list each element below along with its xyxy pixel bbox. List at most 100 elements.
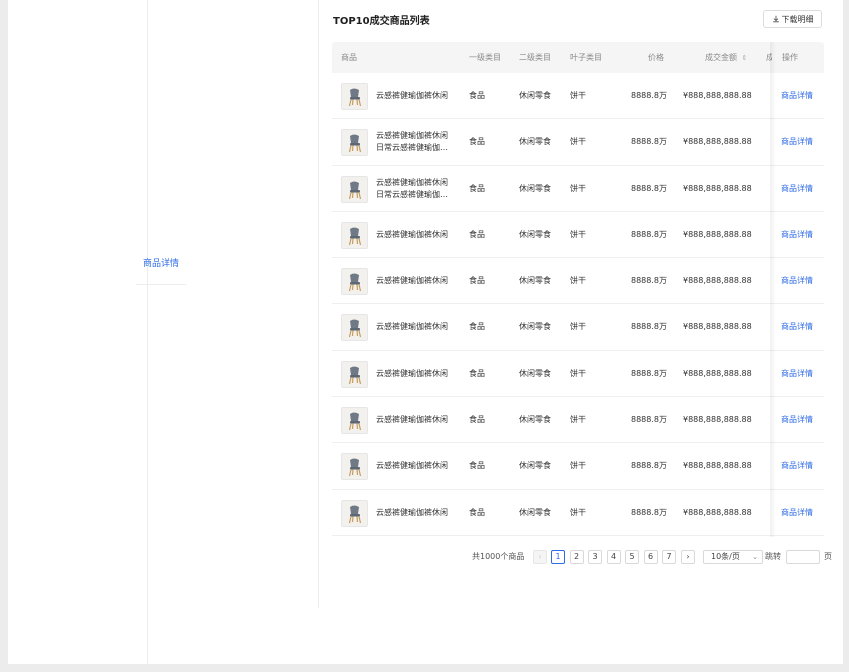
- product-name-cell: 云感裤健瑜伽裤休闲: [376, 304, 452, 350]
- category-1-cell: 食品: [469, 137, 485, 147]
- table-row: 云感裤健瑜伽裤休闲 食品 休闲零食 饼干 8888.8万 ¥888,888,888.88 商…: [332, 258, 824, 305]
- product-detail-link[interactable]: 商品详情: [781, 304, 813, 350]
- chair-icon: [342, 500, 367, 526]
- product-name-cell: 云感裤健瑜伽裤休闲: [376, 490, 452, 536]
- page-size-value: 10条/页: [711, 552, 740, 561]
- category-2-cell: 休闲零食: [519, 368, 551, 378]
- column-header-amount[interactable]: 成交金额 ⇕: [705, 42, 747, 73]
- table-row: 云感裤健瑜伽裤休闲 食品 休闲零食 饼干 8888.8万 ¥888,888,888.88 商…: [332, 73, 824, 120]
- download-button[interactable]: 下载明细: [763, 10, 822, 28]
- table-row: 云感裤健瑜伽裤休闲 食品 休闲零食 饼干 8888.8万 ¥888,888,888.88 商…: [332, 212, 824, 259]
- table-header: 商品 一级类目 二级类目 叶子类目 价格 成交金额 ⇕ 成 操作: [332, 42, 824, 73]
- product-detail-link[interactable]: 商品详情: [781, 490, 813, 536]
- column-header-category-2: 二级类目: [519, 53, 551, 62]
- page-size-select[interactable]: 10条/页 ⌄: [703, 550, 763, 564]
- category-2-cell: 休闲零食: [519, 276, 551, 286]
- product-thumbnail: [341, 175, 368, 203]
- pagination-next-button[interactable]: ›: [681, 550, 695, 564]
- category-1-cell: 食品: [469, 183, 485, 193]
- chair-icon: [342, 361, 367, 387]
- product-detail-link[interactable]: 商品详情: [781, 73, 813, 119]
- page-jump-input[interactable]: [786, 550, 820, 564]
- table-body: 云感裤健瑜伽裤休闲 食品 休闲零食 饼干 8888.8万 ¥888,888,888.88 商…: [332, 73, 824, 536]
- leaf-category-cell: 饼干: [570, 183, 586, 193]
- product-name: 云感裤健瑜伽裤休闲: [376, 368, 448, 378]
- category-2-cell: 休闲零食: [519, 229, 551, 239]
- product-detail-link[interactable]: 商品详情: [781, 351, 813, 397]
- leaf-category-cell: 饼干: [570, 91, 586, 100]
- floating-detail-link-label[interactable]: 商品详情: [143, 256, 179, 269]
- chair-icon: [342, 315, 367, 341]
- page-frame: 商品详情 TOP10成交商品列表 下载明细 商品 一级类目 二级类目 叶子类目 …: [8, 0, 843, 664]
- middle-column: [148, 0, 319, 608]
- product-detail-link[interactable]: 商品详情: [781, 258, 813, 304]
- table-row: 云感裤健瑜伽裤休闲 食品 休闲零食 饼干 8888.8万 ¥888,888,888.88 商…: [332, 397, 824, 444]
- category-1-cell: 食品: [469, 461, 485, 471]
- table-row: 云感裤健瑜伽裤休闲 食品 休闲零食 饼干 8888.8万 ¥888,888,888.88 商…: [332, 443, 824, 490]
- column-header-action: 操作: [782, 53, 798, 62]
- price-cell: 8888.8万: [631, 91, 667, 100]
- table-row: 云感裤健瑜伽裤休闲 食品 休闲零食 饼干 8888.8万 ¥888,888,888.88 商…: [332, 351, 824, 398]
- category-2-cell: 休闲零食: [519, 183, 551, 193]
- product-name: 云感裤健瑜伽裤休闲: [376, 91, 448, 100]
- category-1-cell: 食品: [469, 415, 485, 425]
- chair-icon: [342, 130, 367, 156]
- amount-cell: ¥888,888,888.88: [683, 137, 752, 147]
- pagination-page-button[interactable]: 3: [588, 550, 602, 564]
- amount-cell: ¥888,888,888.88: [683, 461, 752, 471]
- product-name: 云感裤健瑜伽裤休闲日常云感裤健瑜伽裤休闲: [376, 131, 448, 153]
- leaf-category-cell: 饼干: [570, 415, 586, 425]
- category-1-cell: 食品: [469, 276, 485, 286]
- product-thumbnail: [341, 129, 368, 157]
- amount-cell: ¥888,888,888.88: [683, 183, 752, 193]
- product-thumbnail: [341, 221, 368, 249]
- product-name: 云感裤健瑜伽裤休闲: [376, 276, 448, 286]
- amount-cell: ¥888,888,888.88: [683, 91, 752, 100]
- pagination-page-button[interactable]: 2: [569, 550, 584, 564]
- product-name-cell: 云感裤健瑜伽裤休闲: [376, 397, 452, 443]
- chair-icon: [342, 269, 367, 295]
- pagination-page-button[interactable]: 5: [625, 550, 639, 564]
- leaf-category-cell: 饼干: [570, 137, 586, 147]
- product-detail-link[interactable]: 商品详情: [781, 119, 813, 165]
- amount-cell: ¥888,888,888.88: [683, 229, 752, 239]
- pagination-prev-button[interactable]: ‹: [533, 550, 547, 564]
- product-detail-link[interactable]: 商品详情: [781, 166, 813, 212]
- product-thumbnail: [341, 407, 368, 435]
- floating-detail-link[interactable]: 商品详情: [136, 252, 186, 285]
- amount-cell: ¥888,888,888.88: [683, 276, 752, 286]
- category-1-cell: 食品: [469, 322, 485, 332]
- leaf-category-cell: 饼干: [570, 229, 586, 239]
- price-cell: 8888.8万: [631, 183, 667, 193]
- product-name-cell: 云感裤健瑜伽裤休闲: [376, 351, 452, 397]
- amount-cell: ¥888,888,888.88: [683, 368, 752, 378]
- product-detail-link[interactable]: 商品详情: [781, 397, 813, 443]
- product-detail-link[interactable]: 商品详情: [781, 443, 813, 489]
- table-row: 云感裤健瑜伽裤休闲 食品 休闲零食 饼干 8888.8万 ¥888,888,888.88 商…: [332, 304, 824, 351]
- price-cell: 8888.8万: [631, 461, 667, 471]
- price-cell: 8888.8万: [631, 368, 667, 378]
- pagination-page-button[interactable]: 1: [551, 550, 565, 564]
- sort-icon[interactable]: ⇕: [742, 54, 748, 62]
- amount-cell: ¥888,888,888.88: [683, 322, 752, 332]
- product-detail-link[interactable]: 商品详情: [781, 212, 813, 258]
- leaf-category-cell: 饼干: [570, 507, 586, 517]
- table-row: 云感裤健瑜伽裤休闲日常云感裤健瑜伽裤休闲 食品 休闲零食 饼干 8888.8万 ¥888,…: [332, 166, 824, 212]
- amount-cell: ¥888,888,888.88: [683, 415, 752, 425]
- product-name: 云感裤健瑜伽裤休闲: [376, 322, 448, 332]
- product-thumbnail: [341, 314, 368, 342]
- product-table: 商品 一级类目 二级类目 叶子类目 价格 成交金额 ⇕ 成 操作 云感裤健瑜伽裤…: [332, 42, 824, 536]
- price-cell: 8888.8万: [631, 229, 667, 239]
- table-row: 云感裤健瑜伽裤休闲日常云感裤健瑜伽裤休闲 食品 休闲零食 饼干 8888.8万 ¥888,…: [332, 119, 824, 166]
- product-name: 云感裤健瑜伽裤休闲: [376, 507, 448, 517]
- download-button-label: 下载明细: [781, 14, 814, 24]
- pagination-page-button[interactable]: 6: [643, 550, 658, 564]
- product-name-cell: 云感裤健瑜伽裤休闲日常云感裤健瑜伽裤休闲: [376, 119, 452, 165]
- leaf-category-cell: 饼干: [570, 276, 586, 286]
- product-name: 云感裤健瑜伽裤休闲: [376, 229, 448, 239]
- column-header-price: 价格: [648, 53, 664, 62]
- column-header-extra: 成: [766, 53, 772, 62]
- pagination: 共1000个商品 ‹ 1234567 › 10条/页 ⌄ 跳转 页: [472, 550, 832, 564]
- pagination-page-button[interactable]: 4: [606, 550, 621, 564]
- pagination-page-button[interactable]: 7: [662, 550, 676, 564]
